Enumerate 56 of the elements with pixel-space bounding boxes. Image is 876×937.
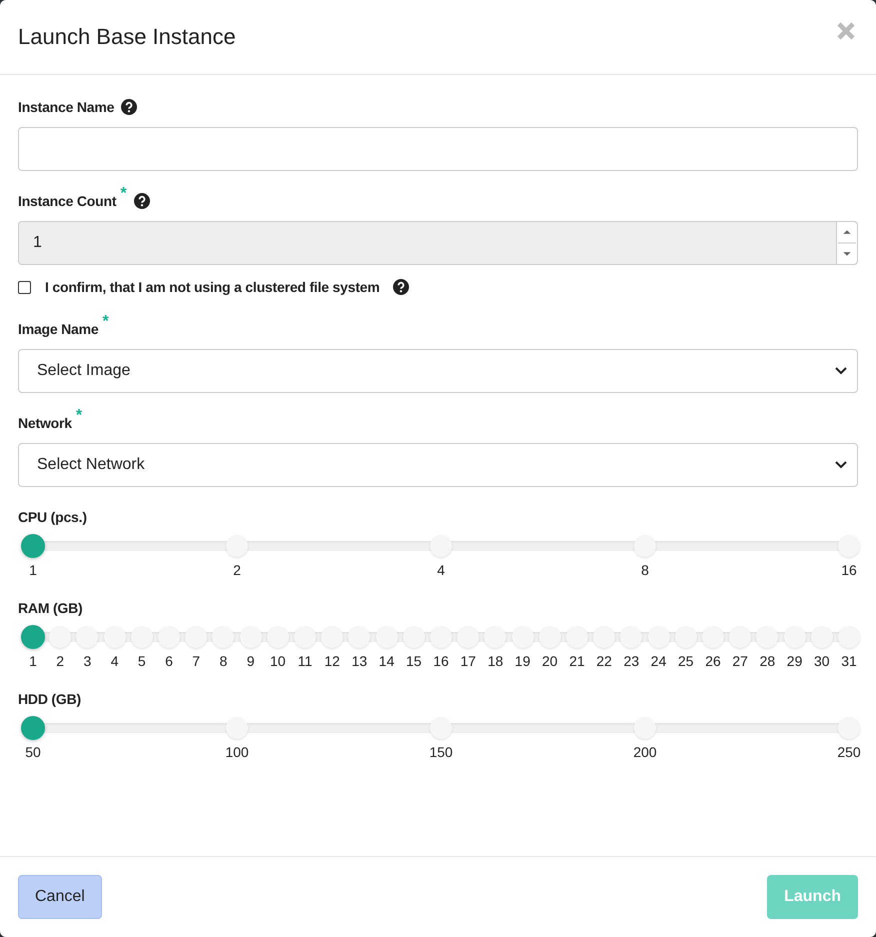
tick-label: 11 — [298, 653, 312, 669]
tick-label: 150 — [429, 744, 453, 760]
tick-label: 10 — [270, 653, 286, 669]
tick-label: 26 — [705, 653, 721, 669]
tick-label: 2 — [56, 653, 64, 669]
tick-label: 31 — [841, 653, 857, 669]
tick-label: 4 — [110, 653, 118, 669]
tick-label: 29 — [786, 653, 802, 669]
tick-label: 9 — [246, 653, 254, 669]
cancel-button[interactable]: Cancel — [18, 875, 102, 919]
tick-label: 1 — [29, 562, 37, 578]
tick-label: 13 — [352, 653, 368, 669]
tick-label: 3 — [84, 653, 92, 669]
tick-label: 18 — [488, 653, 504, 669]
select-dropdown[interactable]: Select Network — [18, 443, 858, 487]
tick-label: 25 — [678, 653, 694, 669]
field-label: Image Name — [18, 321, 98, 337]
tick-label: 250 — [837, 744, 861, 760]
tick-label: 6 — [165, 653, 173, 669]
required-mark: * — [102, 313, 109, 331]
field-label: Network — [18, 415, 72, 431]
tick-label: 30 — [814, 653, 830, 669]
required-mark: * — [76, 407, 82, 425]
tick-label: 21 — [569, 653, 585, 669]
tick-label: 16 — [433, 653, 449, 669]
tick-label: 22 — [596, 653, 612, 669]
tick-label: 50 — [25, 744, 41, 760]
tick-label: 200 — [633, 744, 657, 760]
tick-label: 28 — [760, 653, 776, 669]
field-label: Instance Count — [18, 193, 116, 209]
tick-label: 4 — [437, 562, 445, 578]
checkbox-label: I confirm, that I am not using a clustered file system — [45, 279, 380, 295]
tick-label: 8 — [641, 562, 649, 578]
tick-label: 8 — [220, 653, 228, 669]
select-dropdown[interactable]: Select Image — [18, 349, 858, 393]
field-label: HDD (GB) — [18, 691, 81, 707]
tick-label: 23 — [624, 653, 640, 669]
tick-label: 12 — [324, 653, 340, 669]
tick-label: 17 — [460, 653, 476, 669]
field-label: RAM (GB) — [18, 600, 82, 616]
tick-label: 19 — [514, 653, 530, 669]
tick-label: 15 — [406, 653, 422, 669]
field-label: CPU (pcs.) — [18, 509, 87, 525]
tick-label: 100 — [225, 744, 249, 760]
tick-label: 16 — [841, 562, 857, 578]
tick-label: 7 — [192, 653, 200, 669]
tick-label: 27 — [732, 653, 748, 669]
tick-label: 24 — [650, 653, 666, 669]
tick-label: 14 — [378, 653, 394, 669]
tick-label: 5 — [138, 653, 146, 669]
tick-label: 20 — [542, 653, 558, 669]
field-label: Instance Name — [18, 99, 114, 115]
tick-label: 1 — [29, 653, 37, 669]
dialog-title: Launch Base Instance — [18, 24, 236, 50]
required-mark: * — [120, 185, 127, 203]
tick-label: 2 — [233, 562, 241, 578]
